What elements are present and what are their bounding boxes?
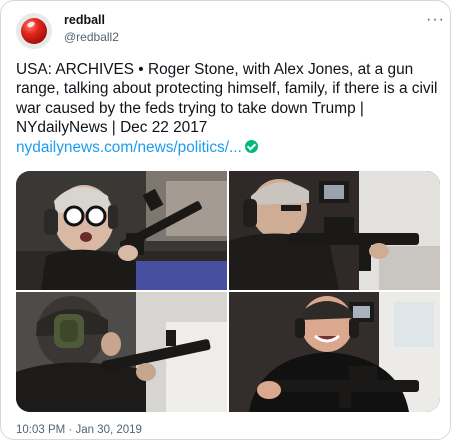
tweet-card[interactable]: redball @redball2 ··· USA: ARCHIVES • Ro… — [0, 0, 451, 440]
avatar[interactable] — [16, 13, 52, 49]
photo-4[interactable] — [229, 292, 440, 412]
photo-3[interactable] — [16, 292, 227, 412]
tweet-text: USA: ARCHIVES • Roger Stone, with Alex J… — [16, 61, 438, 137]
photo-1[interactable] — [16, 171, 227, 290]
tweet-link[interactable]: nydailynews.com/news/politics/... — [16, 139, 242, 156]
verified-check-icon — [244, 140, 258, 153]
more-horizontal-icon[interactable]: ··· — [426, 11, 445, 29]
user-handle[interactable]: @redball2 — [64, 30, 119, 44]
link-row: nydailynews.com/news/politics/... — [16, 138, 258, 157]
photo-2-illustration — [229, 171, 440, 290]
photo-3-illustration — [16, 292, 227, 412]
tweet-timestamp[interactable]: 10:03 PM · Jan 30, 2019 — [16, 424, 142, 436]
photo-4-illustration — [229, 292, 440, 412]
photo-2[interactable] — [229, 171, 440, 290]
photo-1-illustration — [16, 171, 227, 290]
media-grid[interactable] — [16, 171, 440, 412]
display-name[interactable]: redball — [64, 13, 105, 27]
